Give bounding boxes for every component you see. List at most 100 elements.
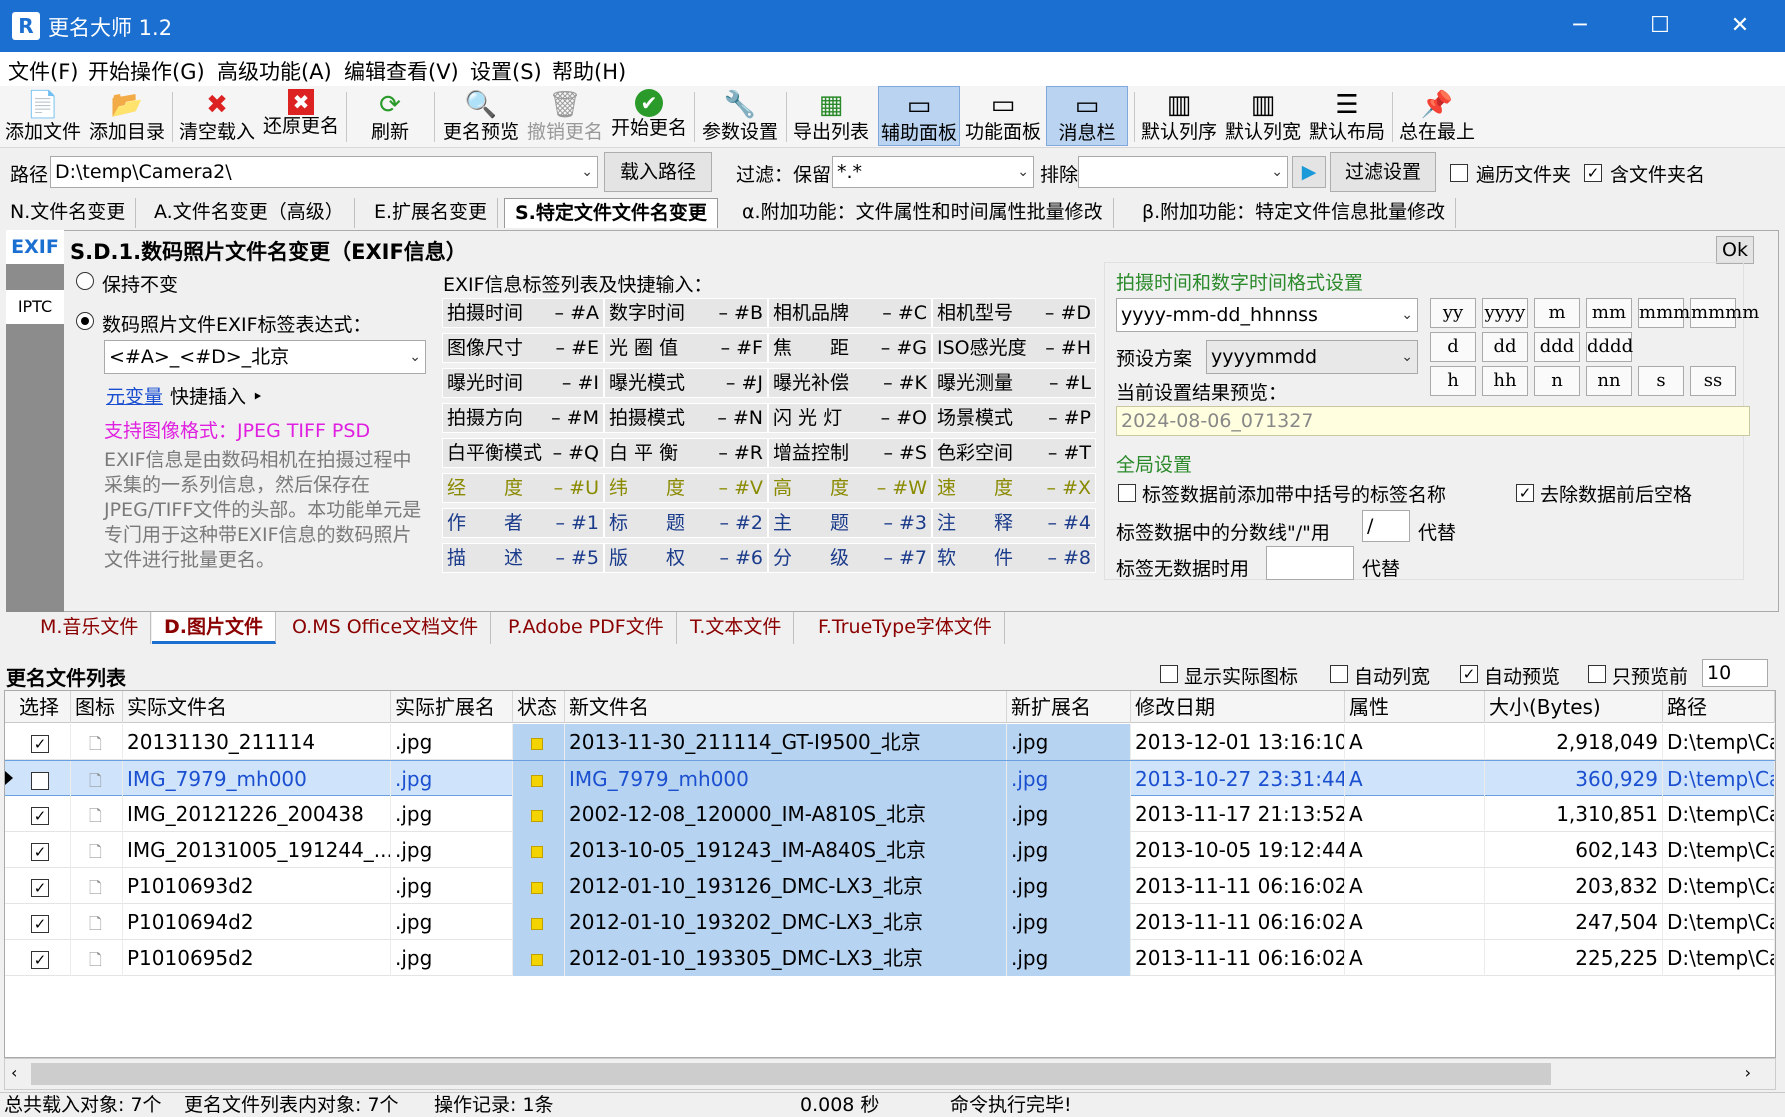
horizontal-scrollbar[interactable]: ‹ › xyxy=(4,1058,1776,1090)
exif-tag-cell[interactable]: 图像尺寸 – #E xyxy=(442,333,604,363)
format-token-button[interactable]: dd xyxy=(1482,332,1528,362)
separator-input[interactable]: / xyxy=(1362,510,1410,542)
exif-tag-cell[interactable]: 软 件 – #8 xyxy=(932,543,1096,573)
tab-pdf[interactable]: P.Adobe PDF文件 xyxy=(496,612,677,644)
tab-extension[interactable]: E.扩展名变更 xyxy=(364,198,499,228)
show-icons-checkbox[interactable] xyxy=(1160,665,1178,683)
tab-file-info[interactable]: β.附加功能：特定文件信息批量修改 xyxy=(1132,198,1457,228)
format-token-button[interactable]: mmm xyxy=(1638,298,1690,328)
row-checkbox[interactable]: ✓ xyxy=(31,878,49,897)
exif-tag-cell[interactable]: 曝光模式 – #J xyxy=(604,368,768,398)
filter-combo[interactable]: *.* ⌄ xyxy=(832,156,1034,188)
load-path-button[interactable]: 载入路径 xyxy=(604,152,712,192)
close-button[interactable]: ✕ xyxy=(1705,0,1775,52)
scroll-right-icon[interactable]: › xyxy=(1745,1063,1751,1082)
format-token-button[interactable]: s xyxy=(1638,366,1684,396)
filter-settings-button[interactable]: 过滤设置 xyxy=(1330,152,1436,192)
exif-tag-cell[interactable]: 白 平 衡 – #R xyxy=(604,438,768,468)
scroll-left-icon[interactable]: ‹ xyxy=(11,1063,17,1082)
select-checkbox[interactable]: ✓ xyxy=(15,796,71,832)
time-format-combo[interactable]: yyyy-mm-dd_hhnnss ⌄ xyxy=(1116,298,1418,332)
exif-tag-cell[interactable]: 版 权 – #6 xyxy=(604,543,768,573)
settings-button[interactable]: 🔧 参数设置 xyxy=(698,86,782,146)
select-checkbox[interactable]: ✓ xyxy=(15,832,71,868)
bracket-label-checkbox[interactable] xyxy=(1118,484,1136,502)
only-preview-count[interactable]: 10 xyxy=(1702,659,1768,687)
exif-tag-cell[interactable]: 闪 光 灯 – #O xyxy=(768,403,932,433)
format-token-button[interactable]: d xyxy=(1430,332,1476,362)
row-checkbox[interactable]: ✓ xyxy=(31,734,49,753)
col-path[interactable]: 路径 xyxy=(1663,691,1775,723)
export-list-button[interactable]: ▦ 导出列表 xyxy=(790,86,872,146)
format-token-button[interactable]: h xyxy=(1430,366,1476,396)
format-token-button[interactable]: m xyxy=(1534,298,1580,328)
exif-side-tab[interactable]: EXIF xyxy=(6,230,64,264)
col-attribute[interactable]: 属性 xyxy=(1345,691,1485,723)
tab-specific-file[interactable]: S.特定文件文件名变更 xyxy=(504,198,718,228)
restore-button[interactable]: ✖ 还原更名 xyxy=(260,86,342,146)
preview-rename-button[interactable]: 🔍 更名预览 xyxy=(440,86,522,146)
exif-expr-radio[interactable] xyxy=(76,312,94,330)
table-row[interactable]: ✓ 🗋 IMG_20121226_200438 .jpg 2002-12-08_1200… xyxy=(5,796,1775,832)
tab-filename-advanced[interactable]: A.文件名变更（高级） xyxy=(144,198,355,228)
format-token-button[interactable]: hh xyxy=(1482,366,1528,396)
select-checkbox[interactable]: ✓ xyxy=(15,940,71,976)
format-token-button[interactable]: ddd xyxy=(1534,332,1580,362)
only-preview-checkbox[interactable] xyxy=(1588,665,1606,683)
table-row[interactable]: ✓ 🗋 P1010693d2 .jpg 2012-01-10_193126_DMC-LX… xyxy=(5,868,1775,904)
tab-font[interactable]: F.TrueType字体文件 xyxy=(806,612,1005,644)
scroll-thumb[interactable] xyxy=(31,1063,1551,1085)
col-icon[interactable]: 图标 xyxy=(71,691,123,723)
menu-start[interactable]: 开始操作(G) xyxy=(88,56,205,86)
keep-radio[interactable] xyxy=(76,272,94,290)
preset-combo[interactable]: yyyymmdd ⌄ xyxy=(1206,340,1418,374)
select-checkbox[interactable]: ✓ xyxy=(15,724,71,760)
select-checkbox[interactable]: ✓ xyxy=(15,904,71,940)
tab-music[interactable]: M.音乐文件 xyxy=(28,612,152,644)
format-token-button[interactable]: ss xyxy=(1690,366,1736,396)
col-extension[interactable]: 实际扩展名 xyxy=(391,691,513,723)
row-checkbox[interactable]: ✓ xyxy=(31,806,49,825)
row-checkbox[interactable]: ✓ xyxy=(31,950,49,969)
exif-tag-cell[interactable]: 相机品牌 – #C xyxy=(768,298,932,328)
include-folders-checkbox[interactable]: ✓ xyxy=(1584,164,1602,182)
minimize-button[interactable]: ─ xyxy=(1545,0,1615,52)
exif-tag-cell[interactable]: 拍摄方向 – #M xyxy=(442,403,604,433)
format-token-button[interactable]: n xyxy=(1534,366,1580,396)
menu-edit-view[interactable]: 编辑查看(V) xyxy=(344,56,459,86)
message-bar-button[interactable]: ▭ 消息栏 xyxy=(1046,86,1128,146)
exif-tag-cell[interactable]: 作 者 – #1 xyxy=(442,508,604,538)
exif-tag-cell[interactable]: 高 度 – #W xyxy=(768,473,932,503)
exif-tag-cell[interactable]: 曝光测量 – #L xyxy=(932,368,1096,398)
tab-images[interactable]: D.图片文件 xyxy=(152,612,276,644)
exif-tag-cell[interactable]: 白平衡模式 – #Q xyxy=(442,438,604,468)
exif-tag-cell[interactable]: 主 题 – #3 xyxy=(768,508,932,538)
exif-tag-cell[interactable]: 拍摄时间 – #A xyxy=(442,298,604,328)
col-new-extension[interactable]: 新扩展名 xyxy=(1007,691,1131,723)
format-token-button[interactable]: mm xyxy=(1586,298,1632,328)
select-checkbox[interactable] xyxy=(15,761,71,797)
tab-attribute[interactable]: α.附加功能：文件属性和时间属性批量修改 xyxy=(732,198,1114,228)
default-col-width-button[interactable]: ▥ 默认列宽 xyxy=(1222,86,1304,146)
maximize-button[interactable]: ☐ xyxy=(1625,0,1695,52)
table-row[interactable]: ✓ 🗋 P1010695d2 .jpg 2012-01-10_193305_DMC-LX… xyxy=(5,940,1775,976)
aux-panel-button[interactable]: ▭ 辅助面板 xyxy=(878,86,960,146)
table-row[interactable]: 🗋 IMG_7979_mh000 .jpg IMG_7979_mh000 .jpg 201… xyxy=(5,760,1775,797)
always-on-top-button[interactable]: 📌 总在最上 xyxy=(1396,86,1478,146)
apply-filter-button[interactable]: ▶ xyxy=(1292,156,1326,188)
exif-tag-cell[interactable]: 数字时间 – #B xyxy=(604,298,768,328)
exif-tag-cell[interactable]: 拍摄模式 – #N xyxy=(604,403,768,433)
col-status[interactable]: 状态 xyxy=(513,691,565,723)
select-checkbox[interactable]: ✓ xyxy=(15,868,71,904)
tab-text[interactable]: T.文本文件 xyxy=(678,612,795,644)
format-token-button[interactable]: yyyy xyxy=(1482,298,1528,328)
menu-settings[interactable]: 设置(S) xyxy=(470,56,542,86)
format-token-button[interactable]: mmmm xyxy=(1690,298,1759,328)
exif-tag-cell[interactable]: 光 圈 值 – #F xyxy=(604,333,768,363)
row-checkbox[interactable] xyxy=(31,771,49,790)
exif-expr-combo[interactable]: <#A>_<#D>_北京 ⌄ xyxy=(104,340,426,374)
auto-width-checkbox[interactable] xyxy=(1330,665,1348,683)
row-checkbox[interactable]: ✓ xyxy=(31,842,49,861)
exif-tag-cell[interactable]: 增益控制 – #S xyxy=(768,438,932,468)
traverse-checkbox[interactable] xyxy=(1450,164,1468,182)
